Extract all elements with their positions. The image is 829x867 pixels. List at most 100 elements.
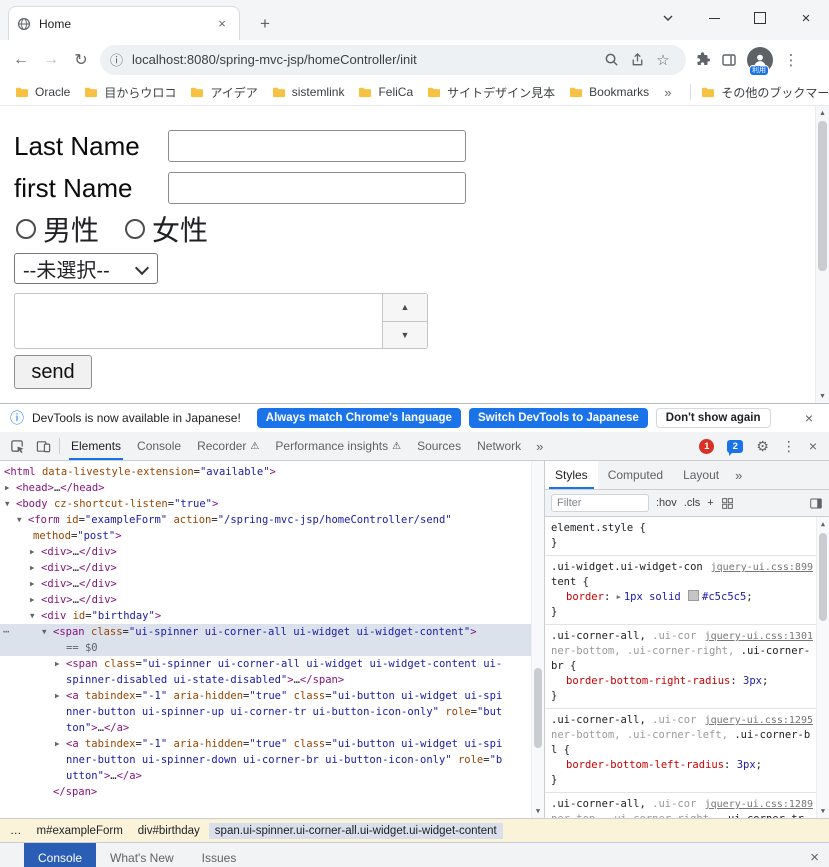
toggle-hover-state-button[interactable]: :hov	[656, 497, 677, 509]
url-text[interactable]: localhost:8080/spring-mvc-jsp/homeContro…	[132, 52, 598, 67]
chrome-menu-icon[interactable]: ⋮	[778, 47, 804, 73]
devtools-tab-network[interactable]: Network	[469, 432, 529, 460]
disclosure-open-icon[interactable]: ▼	[17, 512, 22, 528]
male-radio-button[interactable]	[16, 219, 36, 239]
new-tab-button[interactable]: +	[252, 11, 278, 37]
breadcrumb-crumb[interactable]: m#exampleForm	[31, 823, 129, 839]
bookmark-item[interactable]: Bookmarks	[562, 83, 656, 101]
drawer-tab-issues[interactable]: Issues	[188, 843, 251, 867]
other-bookmarks-folder[interactable]: その他のブックマーク	[679, 82, 829, 103]
first-name-input[interactable]	[168, 172, 466, 204]
forward-icon[interactable]: →	[36, 45, 66, 75]
dom-tree-row[interactable]: ⋯ ▼ <span class="ui-spinner ui-corner-all …	[0, 624, 544, 640]
css-declaration[interactable]: border-bottom-right-radius: 3px;	[551, 674, 813, 689]
disclosure-open-icon[interactable]: ▼	[5, 496, 10, 512]
dom-tree-row[interactable]: ▶ <a tabindex="-1" aria-hidden="true" cla…	[0, 736, 544, 752]
scroll-up-icon[interactable]: ▲	[817, 517, 829, 531]
bookmark-star-icon[interactable]: ☆	[650, 47, 676, 73]
dom-tree-row[interactable]: nner-button ui-spinner-down ui-corner-br…	[0, 752, 544, 768]
new-style-rule-button[interactable]: +	[707, 497, 713, 509]
drawer-close-icon[interactable]: ×	[810, 849, 819, 866]
window-chevron-icon[interactable]	[645, 0, 691, 36]
dom-tree-row[interactable]: ▼ <form id="exampleForm" action="/spring-…	[0, 512, 544, 528]
dom-tree-row[interactable]: spinner-disabled ui-state-disabled">…</s…	[0, 672, 544, 688]
spinner-up-button[interactable]: ▲	[383, 294, 427, 322]
scroll-up-icon[interactable]: ▲	[816, 106, 829, 120]
spinner-input[interactable]	[15, 294, 382, 348]
stylesheet-source-link[interactable]: jquery-ui.css:1295	[705, 713, 813, 728]
toggle-class-button[interactable]: .cls	[684, 497, 701, 509]
stylesheet-source-link[interactable]: jquery-ui.css:1289	[705, 797, 813, 812]
dom-tree-row[interactable]: utton">…</a>	[0, 768, 544, 784]
expand-shorthand-icon[interactable]: ▶	[617, 593, 621, 601]
gender-select[interactable]: --未選択--	[14, 253, 158, 284]
sidebar-tab-layout[interactable]: Layout	[673, 461, 729, 489]
address-bar[interactable]: ⓘ localhost:8080/spring-mvc-jsp/homeCont…	[100, 44, 686, 75]
color-swatch[interactable]	[688, 590, 700, 601]
more-tabs-icon[interactable]: »	[529, 439, 550, 454]
elements-scrollbar[interactable]: ▼	[531, 461, 544, 818]
devtools-tab-performance-insights[interactable]: Performance insights ⚠	[267, 432, 409, 460]
spinner-down-button[interactable]: ▼	[383, 322, 427, 349]
dom-tree-row[interactable]: ▶ <span class="ui-spinner ui-corner-all u…	[0, 656, 544, 672]
grid-toggle-icon[interactable]	[721, 497, 734, 510]
scroll-down-icon[interactable]: ▼	[532, 804, 544, 818]
disclosure-closed-icon[interactable]: ▶	[55, 656, 60, 672]
disclosure-open-icon[interactable]: ▼	[42, 624, 47, 640]
browser-tab[interactable]: Home ×	[8, 6, 240, 40]
disclosure-open-icon[interactable]: ▼	[30, 608, 35, 624]
bookmark-item[interactable]: アイデア	[183, 82, 264, 103]
bookmark-item[interactable]: Oracle	[8, 83, 77, 101]
dom-tree-row[interactable]: ▼ <div id="birthday">	[0, 608, 544, 624]
inspect-element-icon[interactable]	[4, 433, 30, 459]
stylesheet-source-link[interactable]: jquery-ui.css:1301	[705, 629, 813, 644]
sidebar-tab-styles[interactable]: Styles	[545, 461, 598, 489]
styles-scrollbar[interactable]: ▲ ▼	[816, 517, 829, 818]
devtools-tab-sources[interactable]: Sources	[409, 432, 469, 460]
maximize-button[interactable]	[737, 0, 783, 36]
bookmark-item[interactable]: sistemlink	[265, 83, 352, 101]
disclosure-closed-icon[interactable]: ▶	[55, 736, 60, 752]
dom-tree-row[interactable]: == $0	[0, 640, 544, 656]
disclosure-closed-icon[interactable]: ▶	[30, 560, 35, 576]
scrollbar-thumb[interactable]	[819, 533, 827, 621]
drawer-tab-what-s-new[interactable]: What's New	[96, 843, 188, 867]
dom-tree-row[interactable]: ton">…</a>	[0, 720, 544, 736]
scrollbar-thumb[interactable]	[818, 121, 827, 271]
css-declaration[interactable]: border: ▶ 1px solid #c5c5c5;	[551, 590, 813, 605]
dom-tree-row[interactable]: ▶ <div>…</div>	[0, 576, 544, 592]
bookmark-item[interactable]: FeliCa	[351, 83, 420, 101]
bookmark-item[interactable]: サイトデザイン見本	[420, 82, 562, 103]
sidebar-more-tabs-icon[interactable]: »	[729, 468, 748, 483]
last-name-input[interactable]	[168, 130, 466, 162]
side-panel-icon[interactable]	[716, 47, 742, 73]
bookmarks-overflow-icon[interactable]: »	[656, 85, 679, 100]
infobar-close-icon[interactable]: ×	[799, 410, 819, 426]
devtools-tab-elements[interactable]: Elements	[63, 432, 129, 460]
disclosure-closed-icon[interactable]: ▶	[5, 480, 10, 496]
devtools-tab-console[interactable]: Console	[129, 432, 189, 460]
devtools-tab-recorder[interactable]: Recorder ⚠	[189, 432, 267, 460]
send-button[interactable]: send	[14, 355, 92, 389]
disclosure-closed-icon[interactable]: ▶	[30, 544, 35, 560]
match-language-button[interactable]: Always match Chrome's language	[256, 408, 461, 428]
css-declaration[interactable]: border-bottom-left-radius: 3px;	[551, 758, 813, 773]
breadcrumb-crumb[interactable]: …	[4, 823, 28, 839]
disclosure-closed-icon[interactable]: ▶	[55, 688, 60, 704]
sidebar-panel-icon[interactable]	[809, 497, 823, 510]
dom-tree-row[interactable]: </span>	[0, 784, 544, 800]
switch-japanese-button[interactable]: Switch DevTools to Japanese	[468, 408, 648, 428]
styles-filter-input[interactable]: Filter	[551, 494, 649, 512]
breadcrumb-crumb[interactable]: div#birthday	[132, 823, 206, 839]
tab-close-icon[interactable]: ×	[213, 15, 231, 33]
dom-tree-row[interactable]: ▼ <body cz-shortcut-listen="true">	[0, 496, 544, 512]
device-toolbar-icon[interactable]	[30, 433, 56, 459]
issues-badge[interactable]: 2	[727, 439, 744, 456]
close-window-button[interactable]: ×	[783, 0, 829, 36]
scroll-down-icon[interactable]: ▼	[817, 804, 829, 818]
rule-selector[interactable]: element.style {	[551, 521, 813, 536]
devtools-close-icon[interactable]: ×	[809, 438, 817, 454]
settings-gear-icon[interactable]: ⚙	[756, 438, 769, 455]
drawer-tab-console[interactable]: Console	[24, 843, 97, 867]
devtools-menu-icon[interactable]: ⋮	[782, 438, 796, 455]
